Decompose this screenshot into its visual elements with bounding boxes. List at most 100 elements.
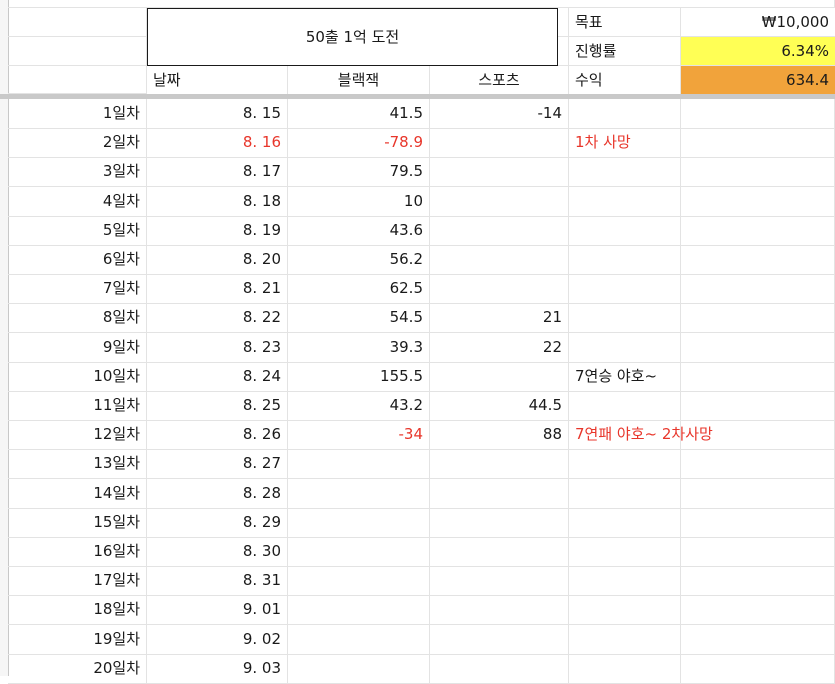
note-cell[interactable]	[569, 245, 681, 274]
blackjack-cell[interactable]: 56.2	[288, 245, 430, 274]
empty-cell[interactable]	[681, 361, 835, 391]
date-cell[interactable]: 8. 23	[147, 332, 288, 362]
blackjack-cell[interactable]	[288, 566, 430, 596]
day-cell[interactable]: 4일차	[8, 186, 147, 216]
empty-cell[interactable]	[681, 595, 835, 625]
date-cell[interactable]: 8. 20	[147, 245, 288, 274]
note-cell[interactable]	[569, 449, 681, 479]
sports-cell[interactable]: 22	[430, 332, 569, 362]
header-gap-cell[interactable]	[558, 37, 569, 66]
day-cell[interactable]: 12일차	[8, 420, 147, 450]
table-row[interactable]: 16일차 8. 30	[8, 537, 835, 567]
blackjack-cell[interactable]	[288, 595, 430, 625]
note-cell[interactable]	[569, 653, 681, 683]
sports-cell[interactable]	[430, 478, 569, 508]
day-cell[interactable]: 10일차	[8, 361, 147, 391]
header-gap-cell[interactable]	[558, 8, 569, 37]
date-cell[interactable]: 8. 19	[147, 215, 288, 245]
date-cell[interactable]: 8. 21	[147, 274, 288, 304]
table-row[interactable]: 5일차 8. 19 43.6	[8, 215, 835, 246]
table-row[interactable]: 3일차 8. 17 79.5	[8, 157, 835, 188]
empty-cell[interactable]	[681, 245, 835, 274]
blackjack-cell[interactable]: -78.9	[288, 128, 430, 158]
empty-cell[interactable]	[681, 128, 835, 158]
day-cell[interactable]: 5일차	[8, 215, 147, 245]
date-cell[interactable]: 9. 03	[147, 653, 288, 683]
empty-cell[interactable]	[681, 99, 835, 128]
empty-cell[interactable]	[681, 624, 835, 654]
date-cell[interactable]: 8. 28	[147, 478, 288, 508]
empty-cell[interactable]	[681, 274, 835, 304]
empty-cell[interactable]	[681, 186, 835, 216]
day-cell[interactable]: 3일차	[8, 157, 147, 187]
empty-cell[interactable]	[681, 507, 835, 537]
note-cell[interactable]	[569, 507, 681, 537]
table-row[interactable]: 13일차 8. 27	[8, 449, 835, 480]
blackjack-cell[interactable]: 43.2	[288, 391, 430, 420]
note-cell[interactable]	[569, 186, 681, 216]
table-row[interactable]: 7일차 8. 21 62.5	[8, 274, 835, 305]
day-cell[interactable]: 2일차	[8, 128, 147, 158]
date-cell[interactable]: 8. 15	[147, 99, 288, 128]
sports-cell[interactable]	[430, 624, 569, 654]
date-cell[interactable]: 8. 30	[147, 537, 288, 566]
empty-cell[interactable]	[681, 653, 835, 683]
day-cell[interactable]: 7일차	[8, 274, 147, 304]
note-cell[interactable]	[569, 566, 681, 596]
table-row[interactable]: 20일차 9. 03	[8, 653, 835, 684]
blackjack-cell[interactable]: 41.5	[288, 99, 430, 128]
date-cell[interactable]: 9. 02	[147, 624, 288, 654]
blackjack-cell[interactable]: 62.5	[288, 274, 430, 304]
table-row[interactable]: 19일차 9. 02	[8, 624, 835, 655]
table-row[interactable]: 6일차 8. 20 56.2	[8, 245, 835, 275]
day-cell[interactable]: 15일차	[8, 507, 147, 537]
date-cell[interactable]: 8. 16	[147, 128, 288, 158]
empty-cell[interactable]	[681, 537, 835, 566]
summary-label-cell[interactable]: 수익	[569, 66, 681, 95]
date-cell[interactable]: 8. 29	[147, 507, 288, 537]
blackjack-cell[interactable]: -34	[288, 420, 430, 450]
blackjack-cell[interactable]	[288, 624, 430, 654]
table-row[interactable]: 9일차 8. 23 39.3 22	[8, 332, 835, 363]
empty-cell[interactable]	[681, 215, 835, 245]
sports-cell[interactable]	[430, 128, 569, 158]
date-cell[interactable]: 8. 17	[147, 157, 288, 187]
empty-cell[interactable]	[681, 478, 835, 508]
blackjack-cell[interactable]: 39.3	[288, 332, 430, 362]
blackjack-cell[interactable]: 79.5	[288, 157, 430, 187]
note-cell[interactable]	[569, 391, 681, 420]
date-cell[interactable]: 9. 01	[147, 595, 288, 625]
empty-cell[interactable]	[681, 303, 835, 333]
header-empty-cell[interactable]	[8, 8, 147, 37]
table-row[interactable]: 15일차 8. 29	[8, 507, 835, 538]
summary-value-cell[interactable]: 634.4	[681, 66, 835, 95]
empty-cell[interactable]	[681, 391, 835, 420]
day-cell[interactable]: 9일차	[8, 332, 147, 362]
sports-cell[interactable]	[430, 361, 569, 391]
note-cell[interactable]: 7연패 야호~ 2차사망	[569, 420, 713, 450]
sports-cell[interactable]	[430, 215, 569, 245]
sports-cell[interactable]	[430, 507, 569, 537]
day-cell[interactable]: 19일차	[8, 624, 147, 654]
day-cell[interactable]: 20일차	[8, 653, 147, 683]
column-header-empty[interactable]	[8, 66, 147, 94]
day-cell[interactable]: 14일차	[8, 478, 147, 508]
note-cell[interactable]	[569, 624, 681, 654]
blackjack-cell[interactable]	[288, 507, 430, 537]
sports-cell[interactable]	[430, 595, 569, 625]
note-cell[interactable]	[569, 274, 681, 304]
blackjack-cell[interactable]	[288, 653, 430, 683]
note-cell[interactable]	[569, 157, 681, 187]
sports-cell[interactable]	[430, 157, 569, 187]
date-cell[interactable]: 8. 18	[147, 186, 288, 216]
table-row[interactable]: 14일차 8. 28	[8, 478, 835, 509]
table-row[interactable]: 17일차 8. 31	[8, 566, 835, 597]
empty-cell[interactable]	[681, 449, 835, 479]
blackjack-cell[interactable]	[288, 537, 430, 566]
sports-cell[interactable]	[430, 566, 569, 596]
blackjack-cell[interactable]	[288, 449, 430, 479]
sports-cell[interactable]: 44.5	[430, 391, 569, 420]
column-header-date[interactable]: 날짜	[147, 66, 288, 94]
sports-cell[interactable]	[430, 186, 569, 216]
day-cell[interactable]: 13일차	[8, 449, 147, 479]
